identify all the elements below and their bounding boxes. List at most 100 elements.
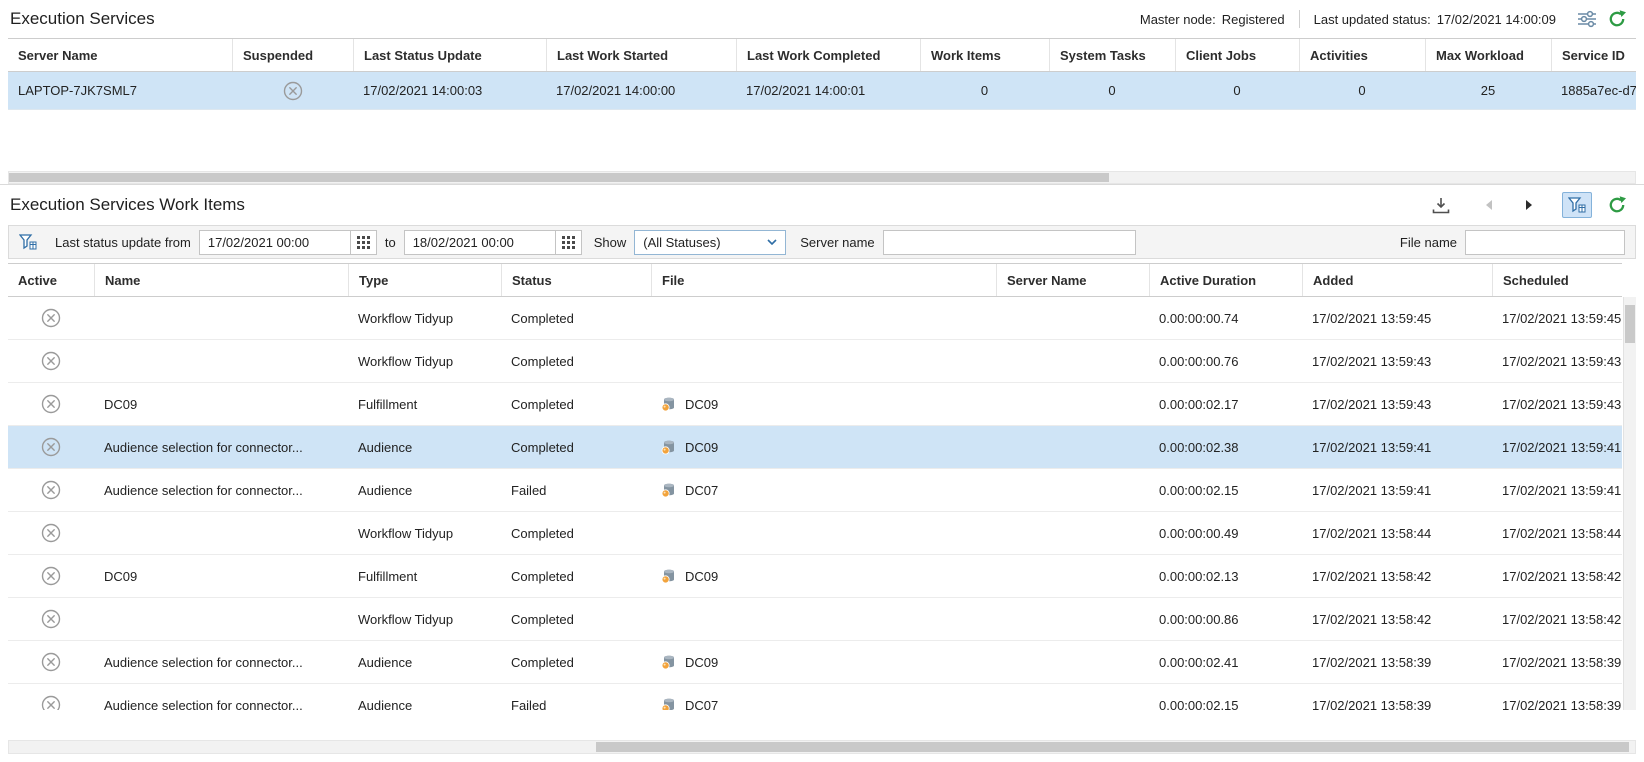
work-items-hscrollbar-thumb[interactable] [596, 742, 1629, 752]
cell-scheduled: 17/02/2021 13:59:43 [1492, 383, 1622, 425]
work-items-col-active-duration[interactable]: Active Duration [1149, 264, 1302, 296]
cell-file [651, 340, 996, 382]
next-page-icon[interactable] [1514, 192, 1544, 218]
file-name-text: DC09 [685, 569, 718, 584]
cell-type: Audience [348, 469, 501, 511]
work-items-col-name[interactable]: Name [94, 264, 348, 296]
work-items-col-type[interactable]: Type [348, 264, 501, 296]
work-item-row[interactable]: Audience selection for connector...Audie… [8, 641, 1622, 684]
cell-file [651, 598, 996, 640]
download-icon[interactable] [1426, 192, 1456, 218]
cell-work-items: 0 [920, 72, 1049, 109]
services-col-work-items[interactable]: Work Items [920, 39, 1049, 71]
services-col-service-id[interactable]: Service ID [1551, 39, 1636, 71]
work-item-row[interactable]: Workflow TidyupCompleted0.00:00:00.4917/… [8, 512, 1622, 555]
cell-last-work-completed: 17/02/2021 14:00:01 [736, 72, 920, 109]
work-item-row[interactable]: DC09FulfillmentCompletedDC090.00:00:02.1… [8, 555, 1622, 598]
work-items-col-active[interactable]: Active [8, 264, 94, 296]
file-name-input[interactable] [1465, 230, 1625, 255]
services-col-last-work-started[interactable]: Last Work Started [546, 39, 736, 71]
server-name-input[interactable] [883, 230, 1136, 255]
cell-active [8, 340, 94, 382]
work-item-row[interactable]: Audience selection for connector...Audie… [8, 469, 1622, 512]
work-items-col-server-name[interactable]: Server Name [996, 264, 1149, 296]
cell-file [651, 297, 996, 339]
file-name-text: DC09 [685, 397, 718, 412]
prev-page-icon[interactable] [1474, 192, 1504, 218]
cell-active-duration: 0.00:00:02.41 [1149, 641, 1302, 683]
file-name-label: File name [1400, 235, 1457, 250]
work-item-row[interactable]: DC09FulfillmentCompletedDC090.00:00:02.1… [8, 383, 1622, 426]
cell-server-name [996, 641, 1149, 683]
cell-active-duration: 0.00:00:00.76 [1149, 340, 1302, 382]
services-col-suspended[interactable]: Suspended [232, 39, 353, 71]
work-items-col-file[interactable]: File [651, 264, 996, 296]
cell-type: Audience [348, 426, 501, 468]
cell-scheduled: 17/02/2021 13:58:42 [1492, 555, 1622, 597]
services-col-max-workload[interactable]: Max Workload [1425, 39, 1551, 71]
work-items-hscrollbar[interactable] [8, 740, 1636, 754]
services-col-client-jobs[interactable]: Client Jobs [1175, 39, 1299, 71]
cell-scheduled: 17/02/2021 13:58:39 [1492, 641, 1622, 683]
cell-status: Completed [501, 512, 651, 554]
services-col-server-name[interactable]: Server Name [8, 39, 232, 71]
filter-toggle-button[interactable] [1562, 192, 1592, 218]
cell-max-workload: 25 [1425, 72, 1551, 109]
cell-name: Audience selection for connector... [94, 426, 348, 468]
date-to-input[interactable] [405, 231, 555, 254]
work-item-row[interactable]: Audience selection for connector...Audie… [8, 426, 1622, 469]
work-items-table: ActiveNameTypeStatusFileServer NameActiv… [8, 263, 1636, 710]
work-item-row[interactable]: Audience selection for connector...Audie… [8, 684, 1622, 710]
status-select-value: (All Statuses) [643, 235, 720, 250]
cell-active [8, 512, 94, 554]
work-item-row[interactable]: Workflow TidyupCompleted0.00:00:00.7417/… [8, 297, 1622, 340]
work-item-row[interactable]: Workflow TidyupCompleted0.00:00:00.7617/… [8, 340, 1622, 383]
cell-name: Audience selection for connector... [94, 684, 348, 710]
file-name-text: DC09 [685, 440, 718, 455]
cell-server-name [996, 684, 1149, 710]
file-name-text: DC07 [685, 483, 718, 498]
cell-type: Audience [348, 641, 501, 683]
cell-server-name [996, 340, 1149, 382]
file-table-icon [661, 568, 677, 584]
cell-last-work-started: 17/02/2021 14:00:00 [546, 72, 736, 109]
cell-added: 17/02/2021 13:59:45 [1302, 297, 1492, 339]
cell-client-jobs: 0 [1175, 72, 1299, 109]
file-table-icon [661, 482, 677, 498]
services-col-last-status-update[interactable]: Last Status Update [353, 39, 546, 71]
active-status-icon [41, 437, 61, 457]
date-to-field [404, 230, 582, 255]
date-from-input[interactable] [200, 231, 350, 254]
services-col-activities[interactable]: Activities [1299, 39, 1425, 71]
status-select[interactable]: (All Statuses) [634, 230, 786, 255]
work-items-col-added[interactable]: Added [1302, 264, 1492, 296]
work-items-vscrollbar[interactable] [1623, 297, 1636, 710]
cell-status: Completed [501, 426, 651, 468]
services-hscrollbar-thumb[interactable] [9, 173, 1109, 182]
work-items-title: Execution Services Work Items [10, 195, 245, 215]
calendar-icon[interactable] [555, 231, 581, 254]
services-col-last-work-completed[interactable]: Last Work Completed [736, 39, 920, 71]
settings-icon[interactable] [1572, 6, 1602, 32]
services-hscrollbar[interactable] [8, 171, 1636, 184]
work-items-vscrollbar-thumb[interactable] [1625, 305, 1635, 343]
work-items-col-scheduled[interactable]: Scheduled [1492, 264, 1622, 296]
work-items-col-status[interactable]: Status [501, 264, 651, 296]
refresh-services-icon[interactable] [1602, 6, 1632, 32]
cell-active [8, 641, 94, 683]
services-col-system-tasks[interactable]: System Tasks [1049, 39, 1175, 71]
cell-status: Failed [501, 469, 651, 511]
cell-active [8, 383, 94, 425]
cell-status: Completed [501, 598, 651, 640]
refresh-work-items-icon[interactable] [1602, 192, 1632, 218]
work-items-table-header: ActiveNameTypeStatusFileServer NameActiv… [8, 263, 1622, 297]
cell-added: 17/02/2021 13:59:41 [1302, 426, 1492, 468]
calendar-icon[interactable] [350, 231, 376, 254]
cell-status: Failed [501, 684, 651, 710]
work-item-row[interactable]: Workflow TidyupCompleted0.00:00:00.8617/… [8, 598, 1622, 641]
cell-type: Workflow Tidyup [348, 340, 501, 382]
services-row[interactable]: LAPTOP-7JK7SML7 17/02/2021 14:00:03 17/0… [8, 72, 1636, 110]
file-table-icon [661, 654, 677, 670]
cell-name [94, 512, 348, 554]
server-name-label: Server name [800, 235, 874, 250]
